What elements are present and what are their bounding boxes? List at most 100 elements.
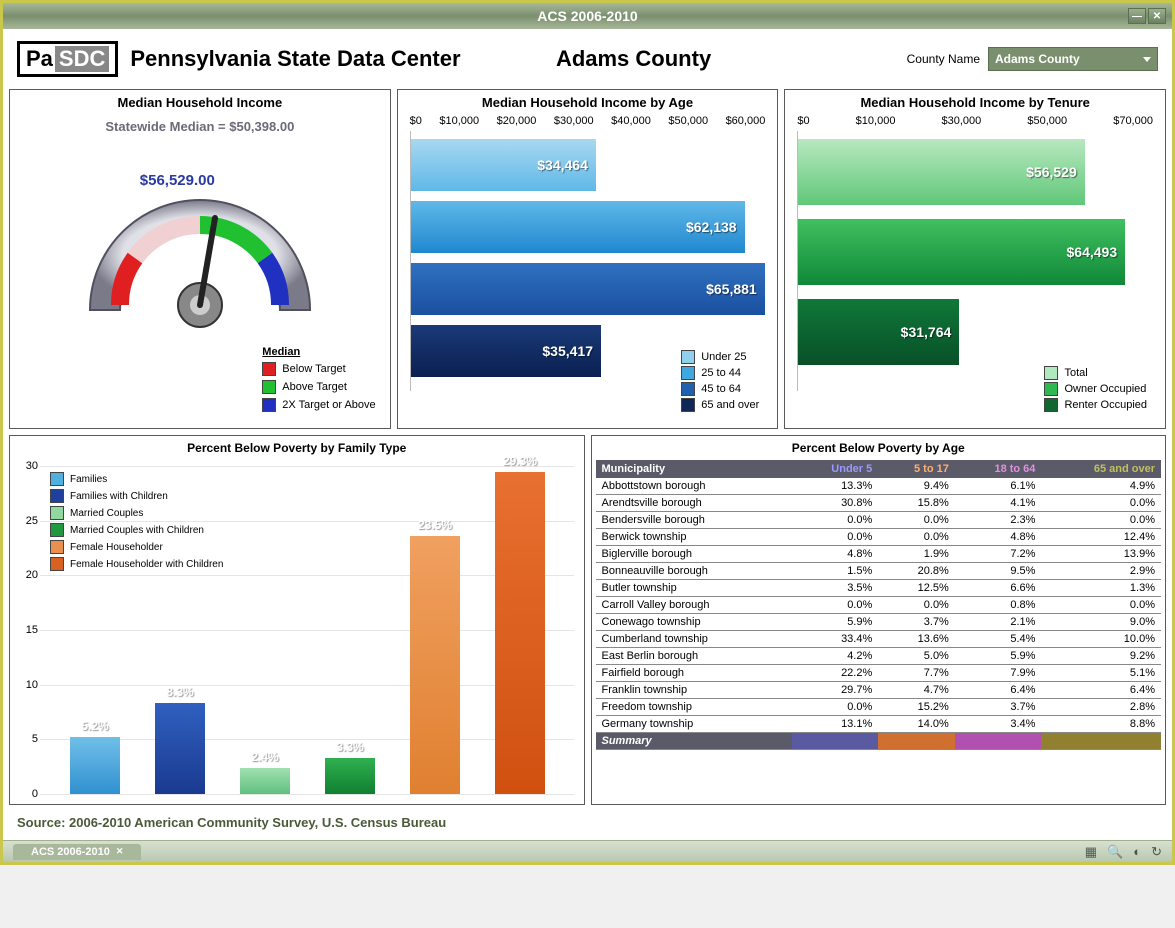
legend-item: Married Couples with Children xyxy=(50,523,223,537)
table-row: Conewago township5.9%3.7%2.1%9.0% xyxy=(596,614,1162,631)
table-header: 65 and over xyxy=(1041,460,1161,478)
table-row: Freedom township0.0%15.2%3.7%2.8% xyxy=(596,699,1162,716)
vbar-bar: 8.3% xyxy=(155,703,205,794)
hbar-tenure-axis: $0$10,000$30,000$50,000$70,000 xyxy=(785,115,1165,131)
table-row: Carroll Valley borough0.0%0.0%0.8%0.0% xyxy=(596,597,1162,614)
app-window: ACS 2006-2010 — ✕ PaSDC Pennsylvania Sta… xyxy=(0,0,1175,865)
table-header-row: MunicipalityUnder 55 to 1718 to 6465 and… xyxy=(596,460,1162,478)
header: PaSDC Pennsylvania State Data Center Ada… xyxy=(3,29,1172,89)
legend-item: Renter Occupied xyxy=(1044,398,1147,412)
hbar-bar: $31,764 xyxy=(798,299,959,365)
vbar-bar: 3.3% xyxy=(325,758,375,794)
legend-item: Under 25 xyxy=(681,350,759,364)
income-by-age-panel: Median Household Income by Age $0$10,000… xyxy=(397,89,779,429)
hbar-bar: $56,529 xyxy=(798,139,1084,205)
table-row: East Berlin borough4.2%5.0%5.9%9.2% xyxy=(596,648,1162,665)
legend-item: 45 to 64 xyxy=(681,382,759,396)
table-row: Cumberland township33.4%13.6%5.4%10.0% xyxy=(596,631,1162,648)
vbar-bar: 29.3% xyxy=(495,472,545,794)
bottom-panels: Percent Below Poverty by Family Type 051… xyxy=(3,429,1172,805)
county-select-wrap: County Name Adams County xyxy=(907,47,1158,71)
gauge-icon xyxy=(60,140,340,340)
legend-item: Families with Children xyxy=(50,489,223,503)
table-header: Municipality xyxy=(596,460,792,478)
titlebar: ACS 2006-2010 — ✕ xyxy=(3,3,1172,29)
vbar-legend: Families Families with Children Married Co… xyxy=(50,472,223,574)
legend-item: 65 and over xyxy=(681,398,759,412)
poverty-table: MunicipalityUnder 55 to 1718 to 6465 and… xyxy=(596,460,1162,750)
legend-item: Female Householder xyxy=(50,540,223,554)
legend-item: Total xyxy=(1044,366,1147,380)
legend-item: Owner Occupied xyxy=(1044,382,1147,396)
hbar-tenure-chart: $56,529 $64,493 $31,764 xyxy=(797,131,1153,391)
table-row: Butler township3.5%12.5%6.6%1.3% xyxy=(596,580,1162,597)
county-select-label: County Name xyxy=(907,52,980,66)
table-row: Franklin township29.7%4.7%6.4%6.4% xyxy=(596,682,1162,699)
gauge-panel: Median Household Income Statewide Median… xyxy=(9,89,391,429)
table-row: Arendtsville borough30.8%15.8%4.1%0.0% xyxy=(596,495,1162,512)
legend-item: Below Target xyxy=(262,362,375,376)
table-row: Bendersville borough0.0%0.0%2.3%0.0% xyxy=(596,512,1162,529)
gauge-legend: Median Below Target Above Target 2X Target… xyxy=(262,346,375,416)
vbar-yaxis: 051015202530 xyxy=(16,466,38,794)
close-button[interactable]: ✕ xyxy=(1148,8,1166,24)
hbar-age-axis: $0$10,000$20,000$30,000$40,000$50,000$60… xyxy=(398,115,778,131)
summary-row: Summary xyxy=(596,733,1162,750)
gauge-statewide-label: Statewide Median = $50,398.00 xyxy=(10,119,390,134)
gauge-legend-title: Median xyxy=(262,346,375,358)
window-controls: — ✕ xyxy=(1128,8,1166,24)
minimize-button[interactable]: — xyxy=(1128,8,1146,24)
hbar-tenure-legend: Total Owner Occupied Renter Occupied xyxy=(1040,362,1151,418)
chevron-down-icon xyxy=(1143,57,1151,62)
hbar-bar: $64,493 xyxy=(798,219,1125,285)
page-title: Adams County xyxy=(361,46,907,72)
county-dropdown[interactable]: Adams County xyxy=(988,47,1158,71)
hbar-bar: $62,138 xyxy=(411,201,745,253)
hbar-bar: $35,417 xyxy=(411,325,601,377)
gauge-value-label: $56,529.00 xyxy=(140,172,215,189)
hbar-bar: $65,881 xyxy=(411,263,765,315)
source-text: Source: 2006-2010 American Community Sur… xyxy=(3,805,1172,840)
table-row: Berwick township0.0%0.0%4.8%12.4% xyxy=(596,529,1162,546)
tab-acs[interactable]: ACS 2006-2010 ✕ xyxy=(13,844,141,860)
legend-item: Families xyxy=(50,472,223,486)
income-by-tenure-title: Median Household Income by Tenure xyxy=(785,90,1165,115)
gauge-title: Median Household Income xyxy=(10,90,390,115)
legend-item: Above Target xyxy=(262,380,375,394)
poverty-table-scroll[interactable]: MunicipalityUnder 55 to 1718 to 6465 and… xyxy=(596,460,1162,795)
vbar-bar: 5.2% xyxy=(70,737,120,794)
vbar-bar: 23.5% xyxy=(410,536,460,795)
hbar-age-legend: Under 25 25 to 44 45 to 64 65 and over xyxy=(677,346,763,418)
bottombar: ACS 2006-2010 ✕ ▦ 🔍 ◐ ↻ xyxy=(3,840,1172,862)
close-icon[interactable]: ✕ xyxy=(116,846,124,857)
refresh-icon[interactable]: ↻ xyxy=(1151,844,1162,860)
poverty-age-panel: Percent Below Poverty by Age Municipalit… xyxy=(591,435,1167,805)
poverty-age-title: Percent Below Poverty by Age xyxy=(592,436,1166,460)
poverty-family-panel: Percent Below Poverty by Family Type 051… xyxy=(9,435,585,805)
income-by-tenure-panel: Median Household Income by Tenure $0$10,… xyxy=(784,89,1166,429)
window-title: ACS 2006-2010 xyxy=(537,8,637,24)
tab-label: ACS 2006-2010 xyxy=(31,846,110,858)
table-header: 18 to 64 xyxy=(955,460,1042,478)
table-row: Biglerville borough4.8%1.9%7.2%13.9% xyxy=(596,546,1162,563)
table-header: 5 to 17 xyxy=(878,460,955,478)
top-panels: Median Household Income Statewide Median… xyxy=(3,89,1172,429)
table-header: Under 5 xyxy=(792,460,879,478)
income-by-age-title: Median Household Income by Age xyxy=(398,90,778,115)
legend-item: 2X Target or Above xyxy=(262,398,375,412)
chart-icon[interactable]: ◐ xyxy=(1133,844,1141,860)
legend-item: 25 to 44 xyxy=(681,366,759,380)
table-row: Abbottstown borough13.3%9.4%6.1%4.9% xyxy=(596,478,1162,495)
search-icon[interactable]: 🔍 xyxy=(1107,844,1123,860)
county-dropdown-value: Adams County xyxy=(995,52,1080,66)
grid-icon[interactable]: ▦ xyxy=(1085,844,1097,860)
legend-item: Married Couples xyxy=(50,506,223,520)
vbar-bar: 2.4% xyxy=(240,768,290,794)
table-row: Fairfield borough22.2%7.7%7.9%5.1% xyxy=(596,665,1162,682)
hbar-bar: $34,464 xyxy=(411,139,596,191)
logo-icon: PaSDC xyxy=(17,41,118,77)
legend-item: Female Householder with Children xyxy=(50,557,223,571)
bottombar-icons: ▦ 🔍 ◐ ↻ xyxy=(1085,844,1162,860)
table-row: Germany township13.1%14.0%3.4%8.8% xyxy=(596,716,1162,733)
table-row: Bonneauville borough1.5%20.8%9.5%2.9% xyxy=(596,563,1162,580)
